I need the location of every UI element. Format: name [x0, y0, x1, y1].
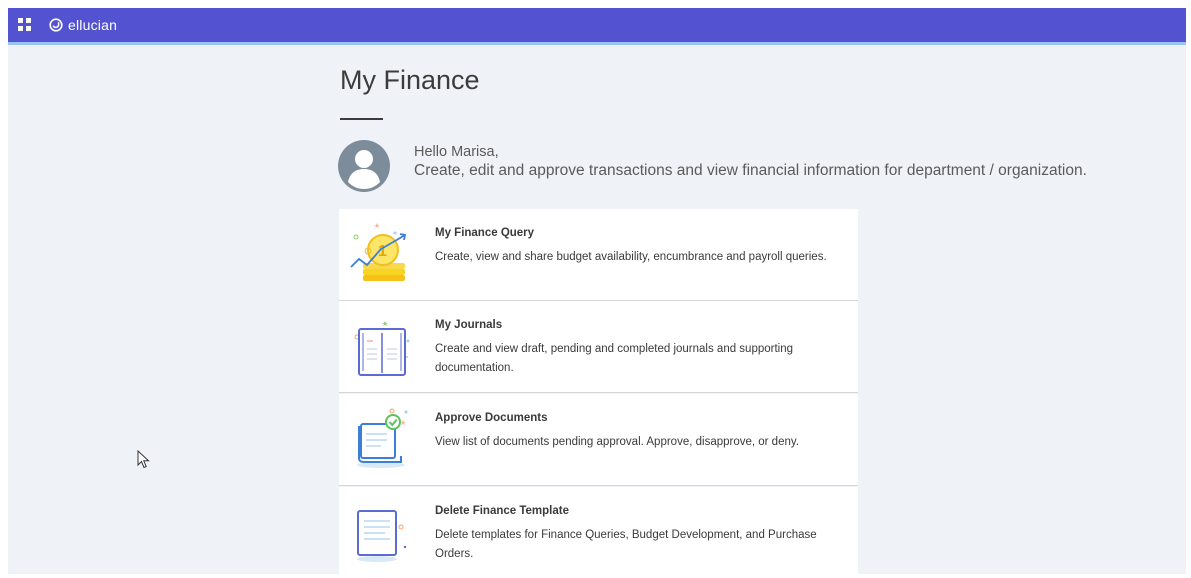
greeting-description: Create, edit and approve transactions an…	[414, 162, 1087, 179]
card-title: My Finance Query	[435, 227, 535, 239]
finance-template-icon	[357, 510, 407, 562]
left-margin	[0, 0, 8, 574]
top-navigation-bar: ellucian	[8, 8, 1186, 42]
mouse-pointer-icon	[137, 450, 150, 469]
card-description: Create and view draft, pending and compl…	[435, 343, 794, 374]
journal-book-icon	[354, 321, 410, 376]
approve-document-icon	[357, 408, 408, 468]
card-title: My Journals	[435, 319, 503, 331]
card-title: Approve Documents	[435, 412, 548, 424]
card-my-finance-query[interactable]: 1 My Finance Query Create, view and shar…	[339, 209, 858, 301]
main-content: My Finance Hello Marisa, Create, edit an…	[8, 45, 1186, 578]
ellucian-logo-icon	[49, 18, 63, 32]
greeting-name: Hello Marisa,	[414, 144, 499, 160]
card-delete-finance-template[interactable]: Delete Finance Template Delete templates…	[339, 487, 858, 578]
title-divider	[340, 118, 383, 120]
app-switcher-icon[interactable]	[18, 18, 32, 32]
card-description: View list of documents pending approval.…	[435, 436, 799, 448]
coins-chart-icon: 1	[350, 223, 407, 281]
card-title: Delete Finance Template	[435, 505, 569, 517]
card-description: Create, view and share budget availabili…	[435, 251, 827, 263]
brand-name: ellucian	[68, 17, 118, 33]
brand[interactable]: ellucian	[49, 8, 117, 42]
page-title: My Finance	[340, 65, 480, 95]
user-avatar-icon	[338, 140, 390, 192]
right-margin	[1186, 0, 1191, 574]
card-approve-documents[interactable]: Approve Documents View list of documents…	[339, 394, 858, 486]
card-description: Delete templates for Finance Queries, Bu…	[435, 529, 817, 560]
card-my-journals[interactable]: My Journals Create and view draft, pendi…	[339, 301, 858, 393]
